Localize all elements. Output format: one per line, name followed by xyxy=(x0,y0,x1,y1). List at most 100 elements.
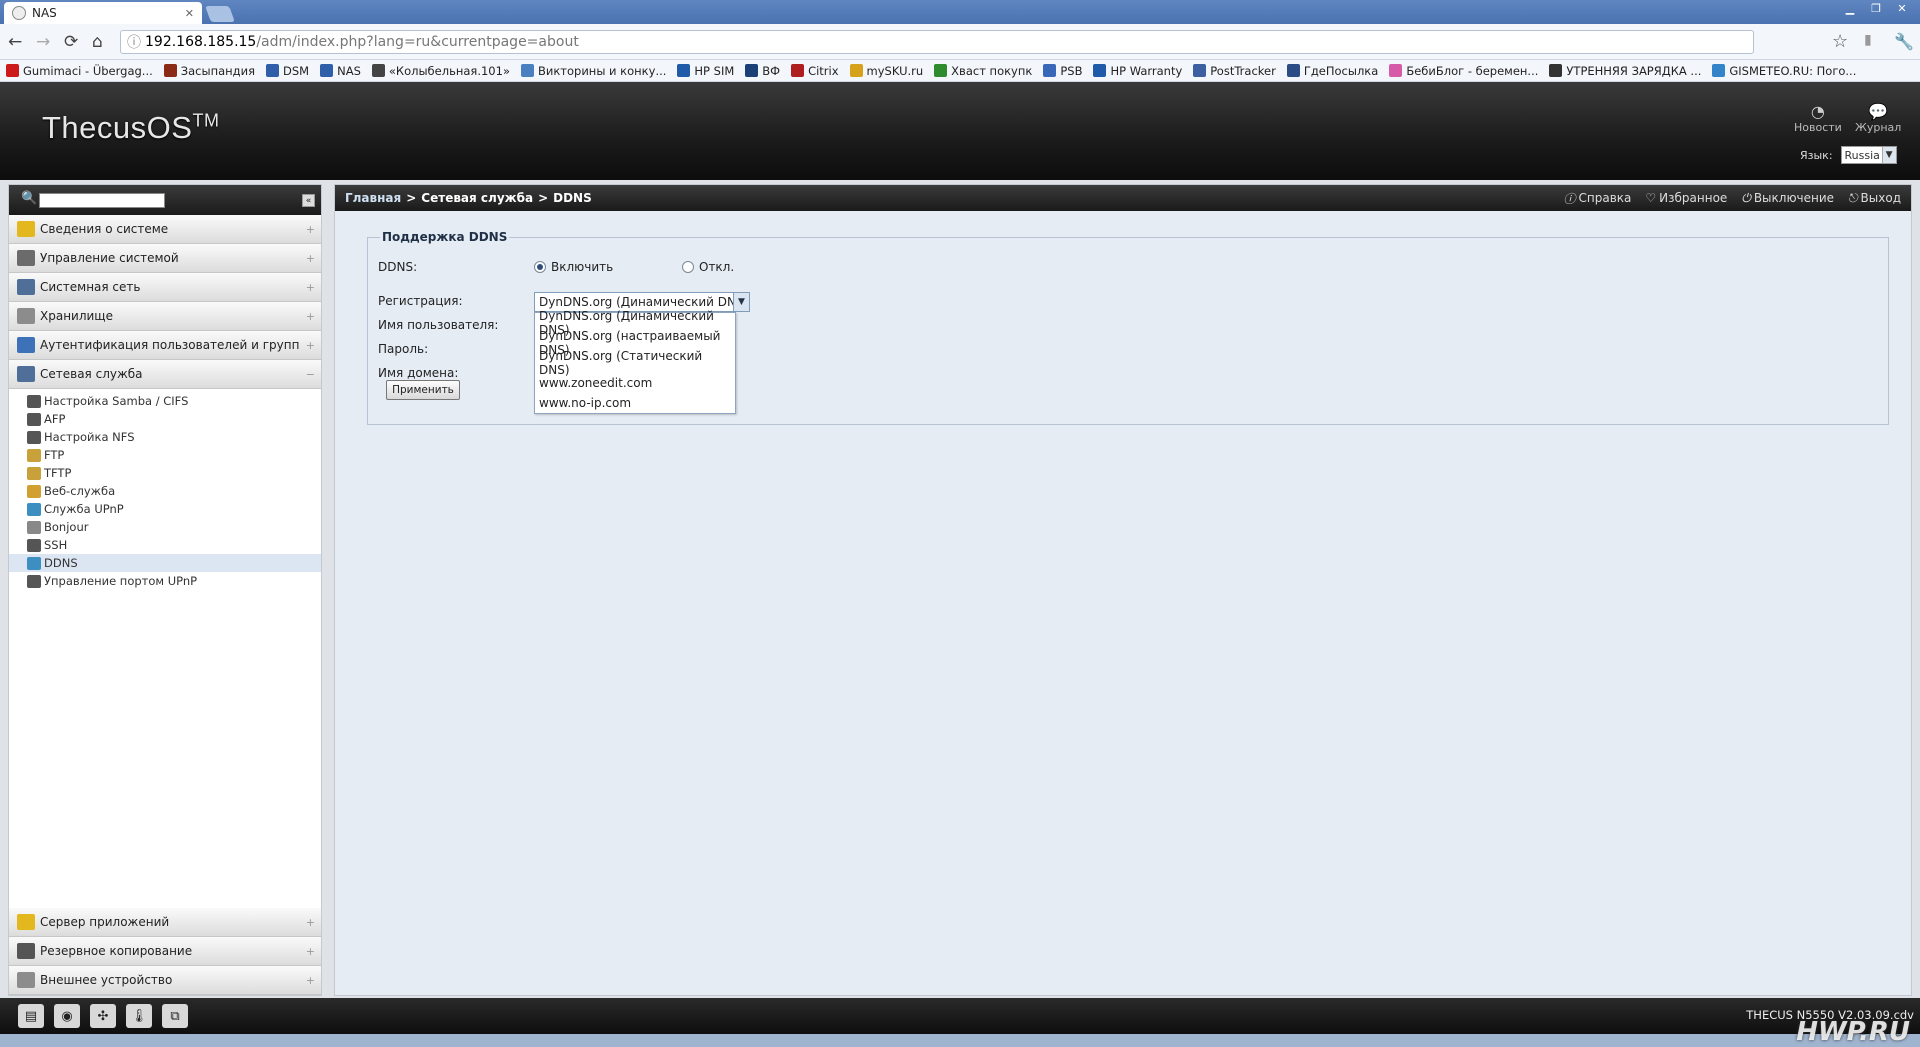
bookmark-item[interactable]: mySKU.ru xyxy=(849,64,923,78)
expand-toggle-icon[interactable]: + xyxy=(306,339,315,352)
browser-tab[interactable]: NAS ✕ xyxy=(4,2,202,24)
logout-button[interactable]: ⎋ Выход xyxy=(1848,191,1901,206)
collapse-sidebar-icon[interactable]: « xyxy=(302,194,315,207)
breadcrumb-home[interactable]: Главная xyxy=(345,191,401,205)
sidebar-group[interactable]: Хранилище + xyxy=(9,302,321,331)
chevron-down-icon[interactable]: ▼ xyxy=(733,293,749,311)
home-icon[interactable]: ⌂ xyxy=(92,32,103,52)
dropdown-option[interactable]: DynDNS.org (Статический DNS) xyxy=(535,349,735,377)
bookmark-label: Засыпандия xyxy=(180,63,256,78)
sidebar-group[interactable]: Внешнее устройство + xyxy=(9,966,321,995)
new-tab-button[interactable] xyxy=(205,6,235,22)
bookmark-item[interactable]: HP Warranty xyxy=(1093,64,1182,78)
bookmark-star-icon[interactable]: ☆ xyxy=(1832,31,1848,52)
sidebar-item[interactable]: Служба UPnP xyxy=(9,500,321,518)
sidebar-group-label: Хранилище xyxy=(40,309,113,323)
reload-icon[interactable]: ⟳ xyxy=(64,32,78,52)
sidebar-item[interactable]: AFP xyxy=(9,410,321,428)
bookmark-item[interactable]: Викторины и конку... xyxy=(520,63,667,78)
sidebar-group[interactable]: Аутентификация пользователей и групп + xyxy=(9,331,321,360)
bookmark-item[interactable]: GISMETEO.RU: Пого... xyxy=(1712,64,1856,78)
restore-icon[interactable]: ❐ xyxy=(1864,0,1888,16)
bookmark-item[interactable]: УТРЕННЯЯ ЗАРЯДКА ... xyxy=(1549,64,1701,78)
bookmark-label: GISMETEO.RU: Пого... xyxy=(1729,63,1857,78)
sidebar-group[interactable]: Сервер приложений + xyxy=(9,908,321,937)
fan-icon[interactable]: ✣ xyxy=(90,1004,116,1028)
disk-icon[interactable]: ◉ xyxy=(54,1004,80,1028)
wrench-icon[interactable]: 🔧 xyxy=(1894,32,1914,51)
bookmark-item[interactable]: Засыпандия xyxy=(163,63,256,78)
help-button[interactable]: ⓘ Справка xyxy=(1564,190,1632,207)
sidebar-group-label: Системная сеть xyxy=(40,280,141,294)
sidebar-item[interactable]: TFTP xyxy=(9,464,321,482)
username-label: Имя пользователя: xyxy=(378,318,499,332)
network-icon[interactable]: ⧉ xyxy=(162,1004,188,1028)
ddns-label: DDNS: xyxy=(378,260,418,274)
raid-icon[interactable]: ▤ xyxy=(18,1004,44,1028)
expand-toggle-icon[interactable]: + xyxy=(306,310,315,323)
dropdown-option[interactable]: www.no-ip.com xyxy=(535,393,735,413)
sidebar-group-label: Управление системой xyxy=(40,251,179,265)
breadcrumb-separator: > xyxy=(538,191,549,205)
expand-toggle-icon[interactable]: + xyxy=(306,974,315,987)
close-tab-icon[interactable]: ✕ xyxy=(185,7,194,20)
sidebar-item[interactable]: Веб-служба xyxy=(9,482,321,500)
bookmark-item[interactable]: ВФ xyxy=(745,64,780,78)
bookmark-item[interactable]: HP SIM xyxy=(677,64,734,78)
sidebar-group[interactable]: Сетевая служба − xyxy=(9,360,321,389)
breadcrumb-section[interactable]: Сетевая служба xyxy=(421,191,533,205)
search-input[interactable] xyxy=(39,193,165,208)
sidebar-group[interactable]: Системная сеть + xyxy=(9,273,321,302)
expand-toggle-icon[interactable]: + xyxy=(306,252,315,265)
url-input[interactable]: ⓘ 192.168.185.15/adm/index.php?lang=ru&c… xyxy=(120,30,1754,54)
status-icons: ▤ ◉ ✣ 🌡 ⧉ xyxy=(18,1004,188,1028)
bookmark-item[interactable]: ГдеПосылка xyxy=(1286,64,1378,78)
forward-icon[interactable]: → xyxy=(36,32,50,52)
bookmark-icon xyxy=(1286,64,1300,77)
bookmark-item[interactable]: Citrix xyxy=(791,63,839,78)
back-icon[interactable]: ← xyxy=(8,32,22,52)
sidebar-item[interactable]: SSH xyxy=(9,536,321,554)
bookmark-item[interactable]: Хваст покупк xyxy=(934,64,1032,78)
ddns-disable-radio[interactable]: Откл. xyxy=(682,260,734,274)
sidebar-item[interactable]: DDNS xyxy=(9,554,321,572)
expand-toggle-icon[interactable]: + xyxy=(306,945,315,958)
sidebar-group-icon xyxy=(17,308,35,324)
bookmark-item[interactable]: PSB xyxy=(1043,64,1082,78)
bookmark-item[interactable]: Gumimaci - Übergag... xyxy=(6,64,153,78)
sidebar-item[interactable]: FTP xyxy=(9,446,321,464)
sidebar-item[interactable]: Настройка NFS xyxy=(9,428,321,446)
sidebar-item-label: Управление портом UPnP xyxy=(44,574,198,588)
sidebar-item[interactable]: Настройка Samba / CIFS xyxy=(9,392,321,410)
close-window-icon[interactable]: ✕ xyxy=(1890,0,1914,16)
bookmark-item[interactable]: NAS xyxy=(320,64,361,78)
sidebar-item-label: AFP xyxy=(44,412,66,426)
ddns-enable-radio[interactable]: Включить xyxy=(534,260,613,274)
sidebar-group[interactable]: Управление системой + xyxy=(9,244,321,273)
news-button[interactable]: ◔ Новости xyxy=(1794,102,1842,134)
bookmark-label: Викторины и конку... xyxy=(537,63,667,78)
sidebar-group[interactable]: Сведения о системе + xyxy=(9,215,321,244)
expand-toggle-icon[interactable]: + xyxy=(306,223,315,236)
minimize-icon[interactable]: ▁ xyxy=(1838,0,1862,16)
expand-toggle-icon[interactable]: + xyxy=(306,281,315,294)
bookmark-item[interactable]: DSM xyxy=(266,64,309,78)
sidebar-item[interactable]: Управление портом UPnP xyxy=(9,572,321,590)
bookmark-item[interactable]: БебиБлог - беремен... xyxy=(1389,64,1538,78)
bookmark-item[interactable]: PostTracker xyxy=(1193,64,1276,78)
thermometer-icon[interactable]: 🌡 xyxy=(126,1004,152,1028)
log-button[interactable]: 💬 Журнал xyxy=(1855,102,1901,134)
sidebar-group[interactable]: Резервное копирование + xyxy=(9,937,321,966)
language-select[interactable]: Russia ▼ xyxy=(1840,146,1897,164)
sidebar-item[interactable]: Bonjour xyxy=(9,518,321,536)
expand-toggle-icon[interactable]: − xyxy=(306,368,315,381)
page-info-icon[interactable]: ⓘ xyxy=(127,32,141,52)
watermark-logo: HWP.RU xyxy=(1796,1017,1910,1047)
expand-toggle-icon[interactable]: + xyxy=(306,916,315,929)
favorites-button[interactable]: ♡ Избранное xyxy=(1645,191,1727,205)
apply-button[interactable]: Применить xyxy=(386,380,460,400)
bookmark-item[interactable]: «Колыбельная.101» xyxy=(371,64,510,78)
shutdown-button[interactable]: ⏻ Выключение xyxy=(1741,191,1834,206)
bookmark-label: Citrix xyxy=(808,63,839,78)
bookmark-label: УТРЕННЯЯ ЗАРЯДКА ... xyxy=(1566,63,1702,78)
